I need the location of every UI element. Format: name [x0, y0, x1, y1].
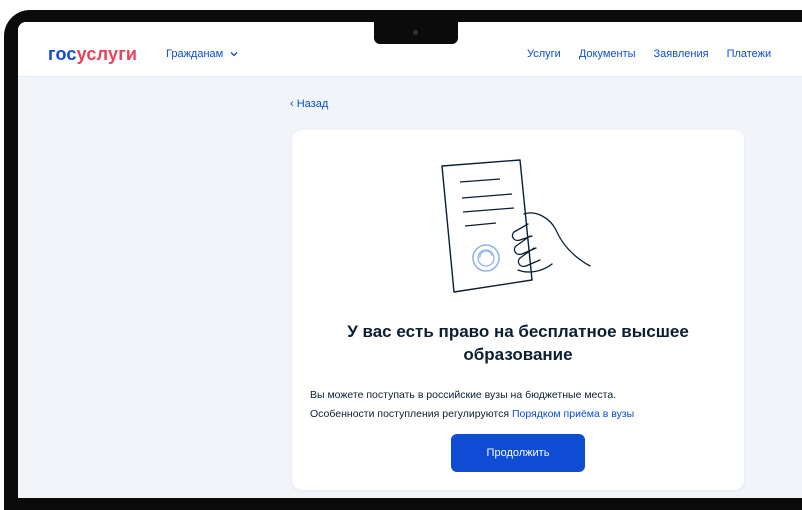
continue-button[interactable]: Продолжить: [451, 434, 585, 472]
laptop-bezel: госуслуги Гражданам Услуги Документы Зая…: [4, 10, 802, 510]
info-card: У вас есть право на бесплатное высшее об…: [292, 130, 744, 490]
main-nav: Услуги Документы Заявления Платежи: [527, 48, 771, 60]
nav-item-services[interactable]: Услуги: [527, 48, 561, 60]
nav-item-payments[interactable]: Платежи: [727, 48, 772, 60]
nav-item-documents[interactable]: Документы: [579, 48, 636, 60]
admission-rules-link[interactable]: Порядком приёма в вузы: [512, 408, 634, 420]
nav-item-applications[interactable]: Заявления: [654, 48, 709, 60]
description-line-1: Вы можете поступать в российские вузы на…: [310, 389, 617, 401]
citizens-label: Гражданам: [166, 48, 224, 60]
description-line-2: Особенности поступления регулируются Пор…: [310, 405, 730, 424]
card-title-line-1: У вас есть право на бесплатное высшее: [347, 322, 689, 341]
citizens-dropdown[interactable]: Гражданам: [166, 48, 239, 60]
browser-screen: госуслуги Гражданам Услуги Документы Зая…: [18, 22, 802, 498]
logo-part-gos: гос: [48, 44, 77, 64]
card-title-line-2: образование: [463, 345, 573, 364]
card-title: У вас есть право на бесплатное высшее об…: [312, 320, 724, 366]
back-link[interactable]: ‹ Назад: [290, 98, 328, 110]
logo-part-uslugi: услуги: [76, 44, 138, 64]
description-line-2-prefix: Особенности поступления регулируются: [310, 408, 512, 420]
gosuslugi-logo[interactable]: госуслуги: [48, 44, 137, 65]
camera-icon: [413, 30, 418, 35]
card-description: Вы можете поступать в российские вузы на…: [310, 386, 730, 424]
chevron-down-icon: [230, 52, 238, 57]
camera-notch: [374, 22, 458, 44]
document-hand-illustration: [441, 159, 591, 293]
